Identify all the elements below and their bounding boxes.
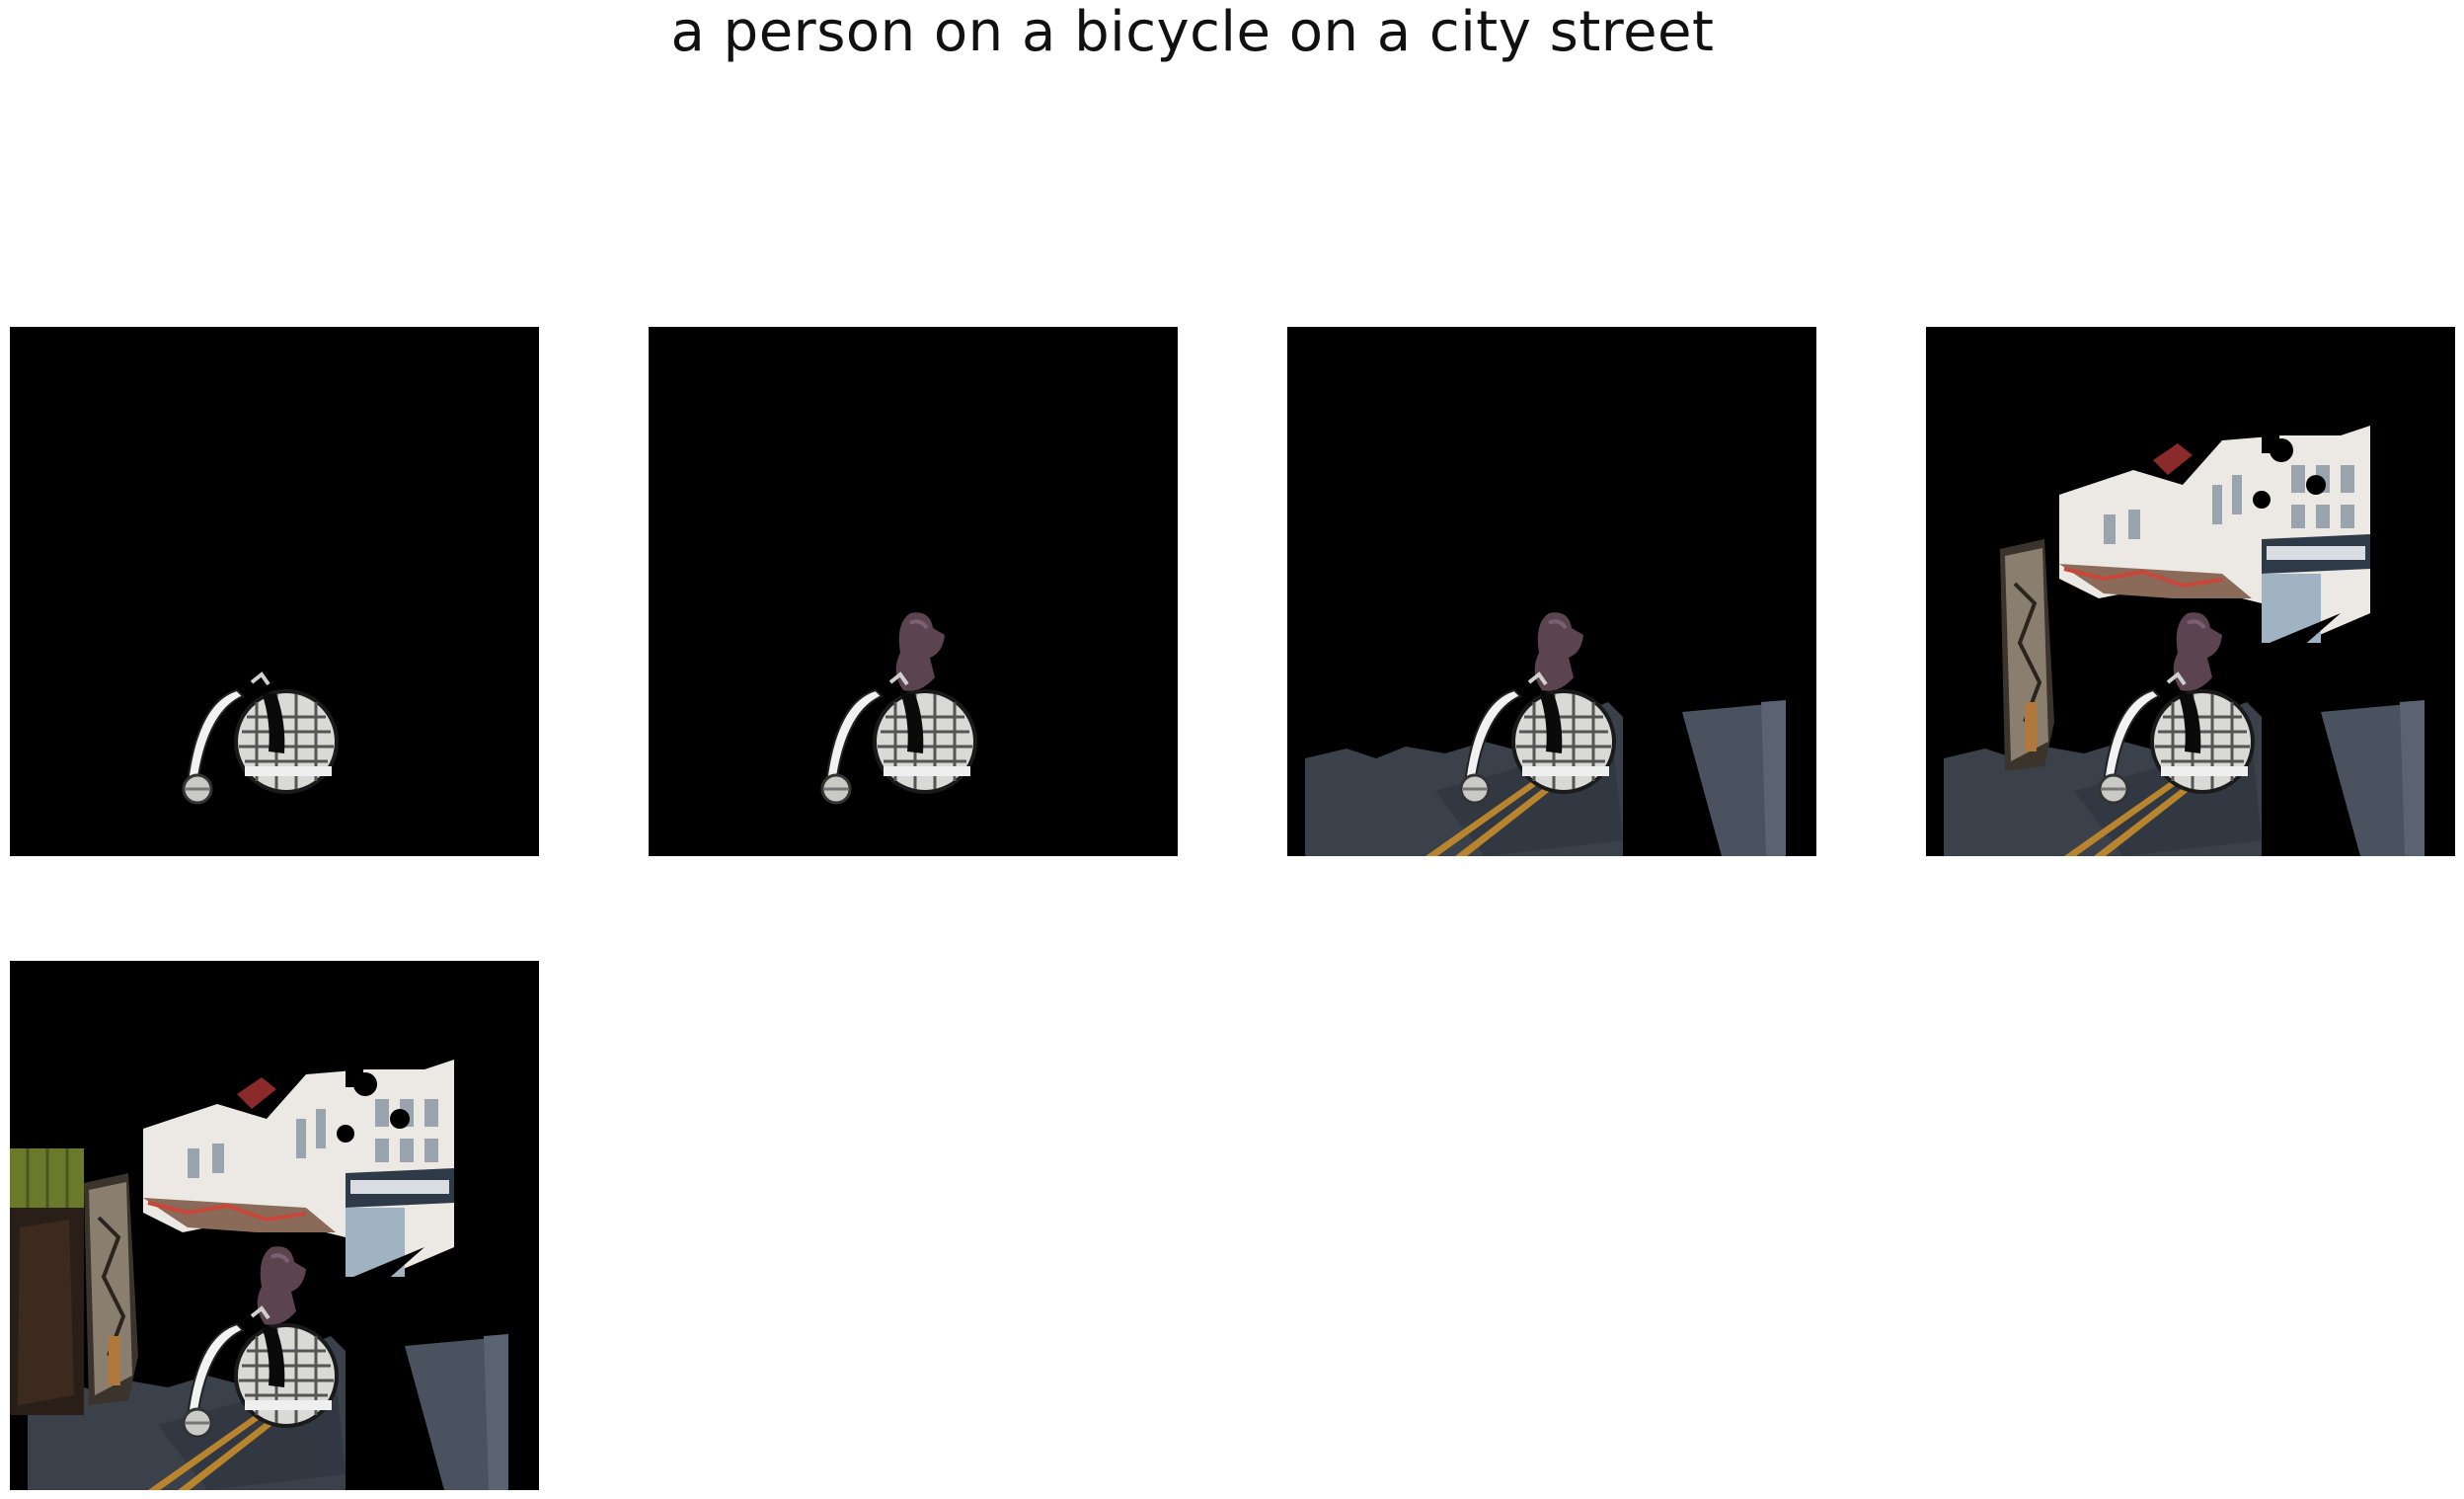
segmentation-step-5 xyxy=(10,961,539,1490)
segmentation-step-2 xyxy=(649,327,1178,856)
left-panel-segment xyxy=(1998,537,2056,773)
segmentation-step-3 xyxy=(1287,327,1816,856)
figure-title: a person on a bicycle on a city street xyxy=(670,0,1715,64)
storefront-segment xyxy=(10,1146,86,1417)
segmentation-step-4 xyxy=(1926,327,2455,856)
left-panel-segment xyxy=(82,1171,140,1407)
segmentation-step-1 xyxy=(10,327,539,856)
